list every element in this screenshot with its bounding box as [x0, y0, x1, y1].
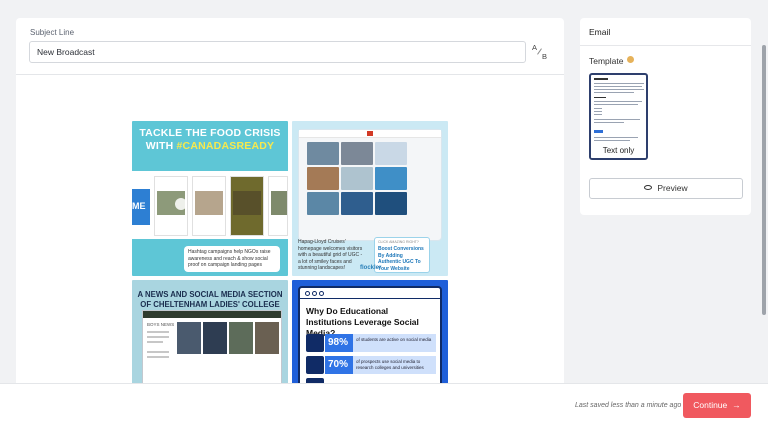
ab-b-label: B [542, 52, 548, 61]
last-saved-status: Last saved less than a minute ago [575, 402, 682, 409]
tile3-title: A NEWS AND SOCIAL MEDIA SECTION OF CHELT… [137, 290, 283, 309]
tile2-cta-card: CLICK AMAZING RIGHT? Boost Conversions B… [374, 237, 430, 273]
thumb-line [594, 92, 634, 93]
footer-bar: Last saved less than a minute ago Contin… [0, 383, 768, 426]
ugc-photo [341, 142, 373, 165]
thumb-line [594, 104, 638, 105]
page-scrollbar[interactable] [762, 45, 766, 315]
thumb-line [594, 97, 606, 98]
ugc-photo [375, 192, 407, 215]
tile1-hashtag: #CANADASREADY [176, 140, 275, 152]
text-line [147, 351, 169, 353]
ugc-photo [307, 192, 339, 215]
brand-logo-icon [367, 131, 373, 136]
thumb-line [594, 111, 602, 112]
broadcast-editor-panel: Subject Line New Broadcast A B TACKLE TH… [16, 18, 564, 398]
divider [580, 45, 751, 46]
news-photo [203, 322, 227, 354]
thumb-line [594, 114, 602, 115]
tile2-cta-heading: Boost Conversions By Adding Authentic UG… [378, 246, 424, 272]
tile1-post-card [230, 176, 264, 236]
preview-image-education-social: Why Do Educational Institutions Leverage… [292, 280, 448, 398]
tile2-browser-bar [299, 130, 441, 138]
ugc-photo [307, 142, 339, 165]
tile2-cta-eyebrow: CLICK AMAZING RIGHT? [378, 240, 419, 244]
tile1-post-card [192, 176, 226, 236]
tile1-title-prefix: WITH [145, 140, 177, 152]
stat-value: 70% [325, 356, 353, 374]
stat-row: 70% of prospects use social media to res… [306, 356, 436, 374]
template-caption: Text only [591, 145, 646, 158]
thumb-line [594, 122, 624, 123]
subject-line-label: Subject Line [30, 28, 75, 37]
ugc-photo [341, 192, 373, 215]
stat-value: 98% [325, 334, 353, 352]
tile1-post-card [268, 176, 288, 236]
thumb-button [594, 130, 603, 133]
tile1-side-label: ME [132, 189, 150, 225]
preview-image-college-news: A NEWS AND SOCIAL MEDIA SECTION OF CHELT… [132, 280, 288, 398]
preview-image-ugc-grid: Hapag-Lloyd Cruises' homepage welcomes v… [292, 121, 448, 276]
ab-a-label: A [532, 43, 538, 52]
continue-button-label: Continue [693, 400, 728, 410]
thumb-heading [594, 78, 608, 80]
arrow-right-icon: → [732, 400, 741, 410]
ugc-photo [341, 167, 373, 190]
tile1-title-line1: TACKLE THE FOOD CRISIS [139, 127, 281, 139]
ab-test-toggle[interactable]: A B [530, 42, 550, 62]
stat-description: of prospects use social media to researc… [353, 356, 436, 374]
thumb-line [594, 86, 642, 87]
ugc-photo [375, 167, 407, 190]
preview-button[interactable]: Preview [589, 178, 743, 199]
template-label: Template [589, 56, 624, 66]
thumb-line [594, 119, 640, 120]
tile3-site-label: BOYS NEWS [147, 322, 175, 327]
thumb-line [594, 89, 644, 90]
text-line [147, 336, 169, 338]
thumb-line [594, 101, 642, 102]
info-icon[interactable] [627, 56, 634, 63]
thumb-line [594, 137, 638, 138]
template-thumbnail[interactable]: Text only [589, 73, 648, 160]
divider [16, 74, 564, 75]
stat-icon [306, 356, 324, 374]
email-panel-title: Email [589, 27, 611, 37]
continue-button[interactable]: Continue → [683, 393, 751, 418]
news-photo [177, 322, 201, 354]
tile1-title: TACKLE THE FOOD CRISIS WITH #CANADASREAD… [132, 127, 288, 153]
tile1-title-line2: WITH #CANADASREADY [132, 140, 288, 153]
flockler-logo: flockler [360, 265, 382, 271]
ugc-photo [307, 167, 339, 190]
news-photo [229, 322, 253, 354]
preview-image-food-crisis: TACKLE THE FOOD CRISIS WITH #CANADASREAD… [132, 121, 288, 276]
tile4-frame: Why Do Educational Institutions Leverage… [298, 286, 442, 398]
window-dots-icon [305, 291, 324, 296]
tile4-title-bar [300, 298, 440, 299]
thumb-line [594, 83, 644, 84]
play-icon [175, 198, 187, 210]
subject-line-input[interactable]: New Broadcast [29, 41, 526, 63]
text-line [147, 356, 169, 358]
thumb-line [594, 140, 630, 141]
stat-icon [306, 334, 324, 352]
tile2-body-text: Hapag-Lloyd Cruises' homepage welcomes v… [298, 239, 363, 271]
preview-button-label: Preview [657, 183, 688, 193]
eye-icon [644, 185, 653, 191]
stat-description: of students are active on social media [353, 334, 436, 352]
text-line [147, 331, 169, 333]
text-line [147, 341, 163, 343]
stat-row: 98% of students are active on social med… [306, 334, 436, 352]
thumb-line [594, 108, 602, 109]
email-settings-panel: Email Template Text only Preview [580, 18, 751, 215]
tile3-site-header [143, 311, 281, 318]
tile2-browser-mockup [298, 129, 442, 241]
tile1-callout: Hashtag campaigns help NGOs raise awaren… [184, 246, 280, 272]
news-photo [255, 322, 279, 354]
ugc-photo [375, 142, 407, 165]
